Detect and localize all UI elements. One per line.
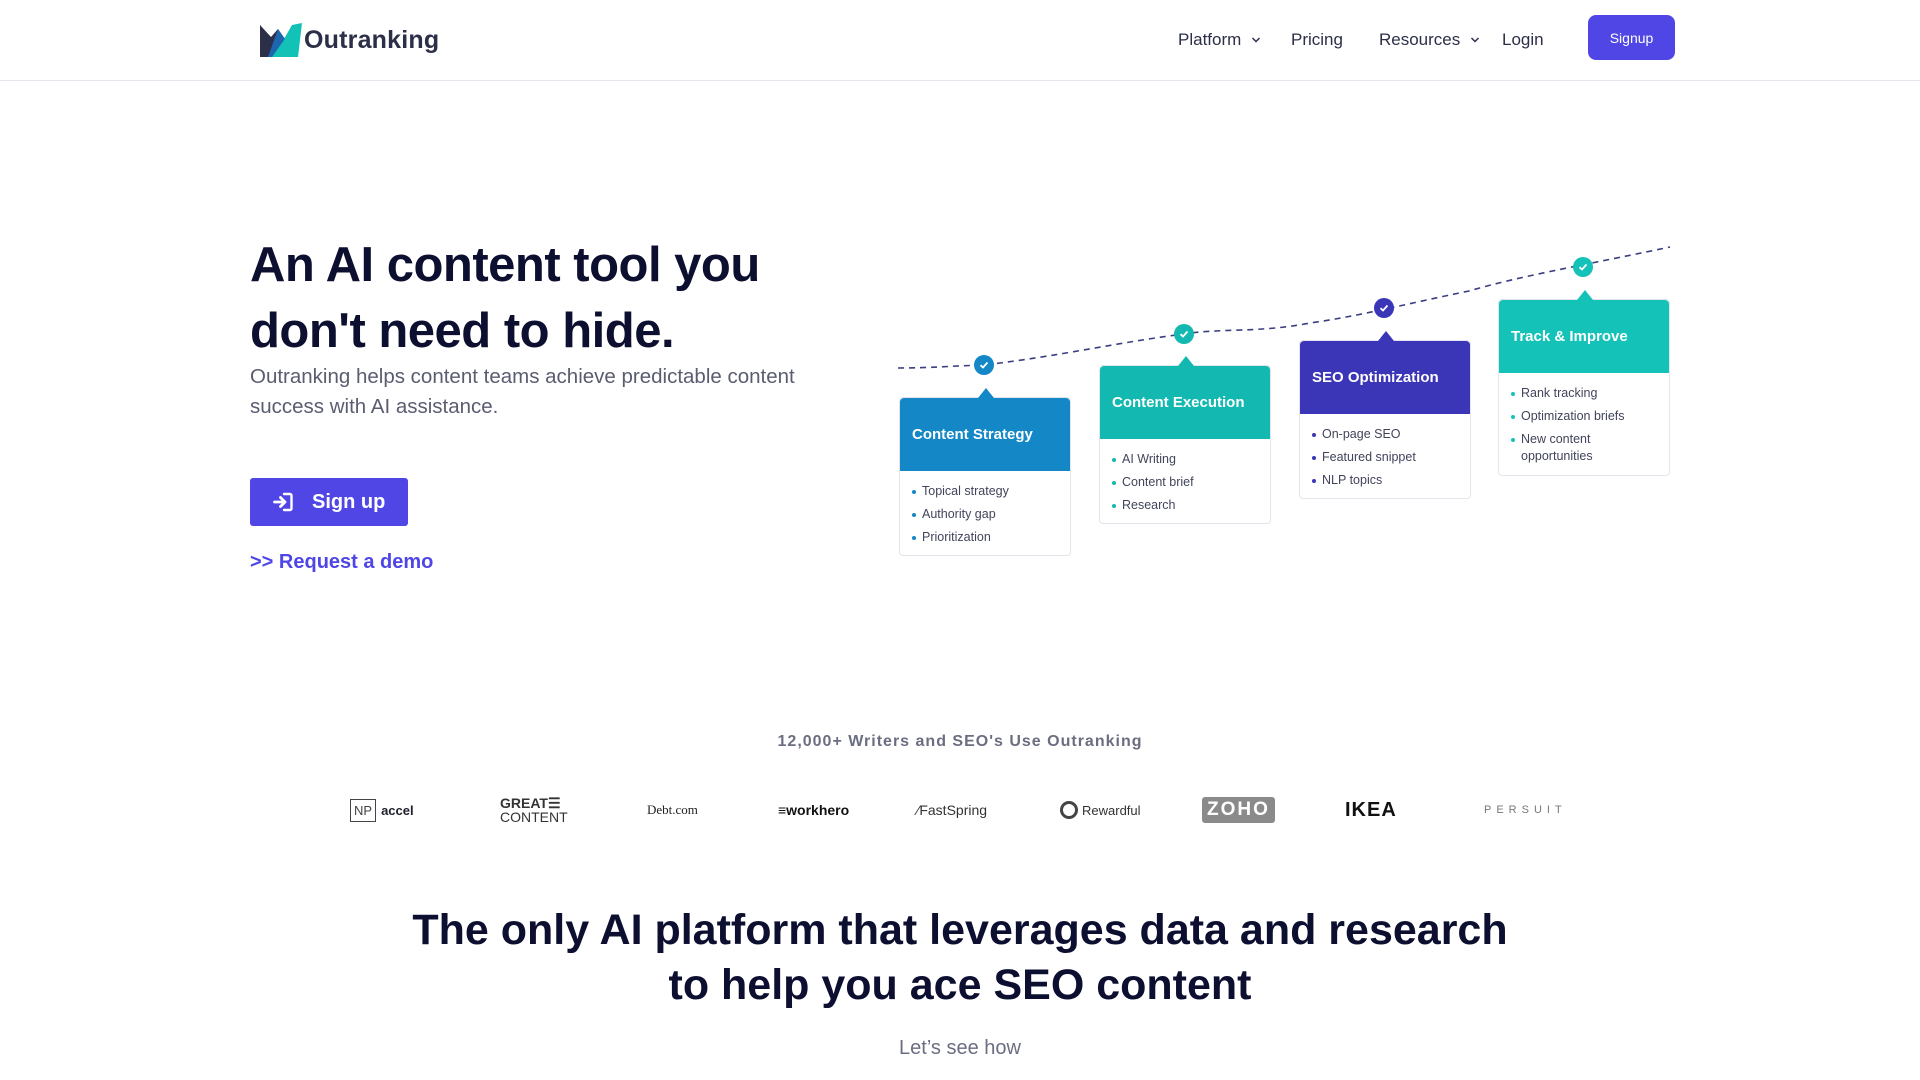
step-card-title: Content Strategy: [912, 426, 1033, 443]
customer-logo-rewardful: Rewardful: [1060, 790, 1141, 830]
step-card-title: Content Execution: [1112, 394, 1245, 411]
list-item: On-page SEO: [1312, 423, 1458, 446]
step-card-seo-optimization: SEO Optimization On-page SEO Featured sn…: [1299, 331, 1471, 499]
step-card-title: Track & Improve: [1511, 328, 1628, 345]
list-item: AI Writing: [1112, 448, 1258, 471]
customer-logo-debt: Debt.com: [647, 802, 698, 817]
list-item: Authority gap: [912, 503, 1058, 526]
step-card-header: Content Strategy: [900, 388, 1070, 471]
customer-logo-workhero: ≡workhero: [778, 802, 850, 818]
nav-resources-label: Resources: [1379, 30, 1461, 49]
section-title: The only AI platform that leverages data…: [0, 903, 1920, 1013]
brand-logo-link[interactable]: Outranking: [258, 20, 439, 60]
step-2-check-icon: [1174, 324, 1194, 344]
request-demo-link[interactable]: >> Request a demo: [250, 551, 433, 574]
nav-login[interactable]: Login: [1502, 22, 1544, 58]
list-item: NLP topics: [1312, 469, 1458, 492]
list-item: Optimization briefs: [1511, 405, 1657, 428]
hero-signup-label: Sign up: [312, 490, 386, 513]
chevron-down-icon: [1252, 37, 1261, 43]
section-title-line-2: to help you ace SEO content: [668, 961, 1252, 1009]
nav-pricing-label: Pricing: [1291, 30, 1343, 49]
nav-platform-label: Platform: [1178, 30, 1242, 49]
chevron-down-icon: [1471, 37, 1480, 43]
list-item: Research: [1112, 494, 1258, 517]
step-4-check-icon: [1573, 257, 1593, 277]
list-item: Content brief: [1112, 471, 1258, 494]
step-card-content-strategy: Content Strategy Topical strategy Author…: [899, 388, 1071, 556]
outranking-logo-icon: [260, 23, 302, 57]
hero-subtitle: Outranking helps content teams achieve p…: [250, 365, 795, 418]
step-card-header: SEO Optimization: [1300, 331, 1470, 414]
top-navigation-bar: Outranking Platform Pricing Resources Lo…: [0, 0, 1920, 81]
step-card-header: Track & Improve: [1499, 290, 1669, 373]
step-card-title: SEO Optimization: [1312, 369, 1439, 386]
sign-in-icon: [273, 492, 293, 512]
list-item: Featured snippet: [1312, 446, 1458, 469]
step-1-check-icon: [974, 355, 994, 375]
hero-title-line-2: don't need to hide.: [250, 304, 675, 358]
nav-pricing[interactable]: Pricing: [1291, 22, 1343, 58]
list-item: New content opportunities: [1511, 428, 1657, 469]
list-item: Prioritization: [912, 526, 1058, 549]
step-3-check-icon: [1374, 298, 1394, 318]
hero-title: An AI content tool you don't need to hid…: [250, 232, 850, 364]
customer-logo-fastspring: ⁄FastSpring: [917, 802, 988, 818]
customer-logo-zoho: ZOHO: [1202, 790, 1275, 830]
nav-resources[interactable]: Resources: [1379, 22, 1480, 58]
customer-logos-row: NP accel GREAT☰ CONTENT Debt.com ≡workhe…: [340, 790, 1580, 830]
step-card-header: Content Execution: [1100, 356, 1270, 439]
customer-logo-persuit: PERSUIT: [1484, 804, 1567, 816]
brand-name: Outranking: [304, 25, 440, 54]
list-item: Topical strategy: [912, 480, 1058, 503]
social-proof-headline: 12,000+ Writers and SEO's Use Outranking: [777, 733, 1143, 750]
step-card-track-improve: Track & Improve Rank tracking Optimizati…: [1498, 290, 1670, 476]
customer-logo-ikea: IKEA: [1345, 798, 1397, 821]
hero-signup-button[interactable]: Sign up: [250, 478, 408, 526]
section-title-line-1: The only AI platform that leverages data…: [412, 906, 1508, 954]
step-card-content-execution: Content Execution AI Writing Content bri…: [1099, 356, 1271, 524]
section-subtitle: Let’s see how: [899, 1037, 1021, 1059]
step-card-list: Rank tracking Optimization briefs New co…: [1499, 373, 1669, 475]
nav-login-label: Login: [1502, 30, 1544, 49]
customer-logo-npaccel: NP accel: [350, 790, 414, 830]
signup-button-label: Signup: [1609, 29, 1654, 46]
step-card-list: Topical strategy Authority gap Prioritiz…: [900, 471, 1070, 555]
step-card-list: On-page SEO Featured snippet NLP topics: [1300, 414, 1470, 498]
hero-title-line-1: An AI content tool you: [250, 238, 760, 292]
content-workflow-diagram: Content Strategy Topical strategy Author…: [890, 230, 1690, 570]
step-card-list: AI Writing Content brief Research: [1100, 439, 1270, 523]
signup-button[interactable]: Signup: [1588, 15, 1675, 60]
nav-platform[interactable]: Platform: [1178, 22, 1261, 58]
customer-logo-great-content: GREAT☰ CONTENT: [500, 795, 568, 825]
list-item: Rank tracking: [1511, 382, 1657, 405]
